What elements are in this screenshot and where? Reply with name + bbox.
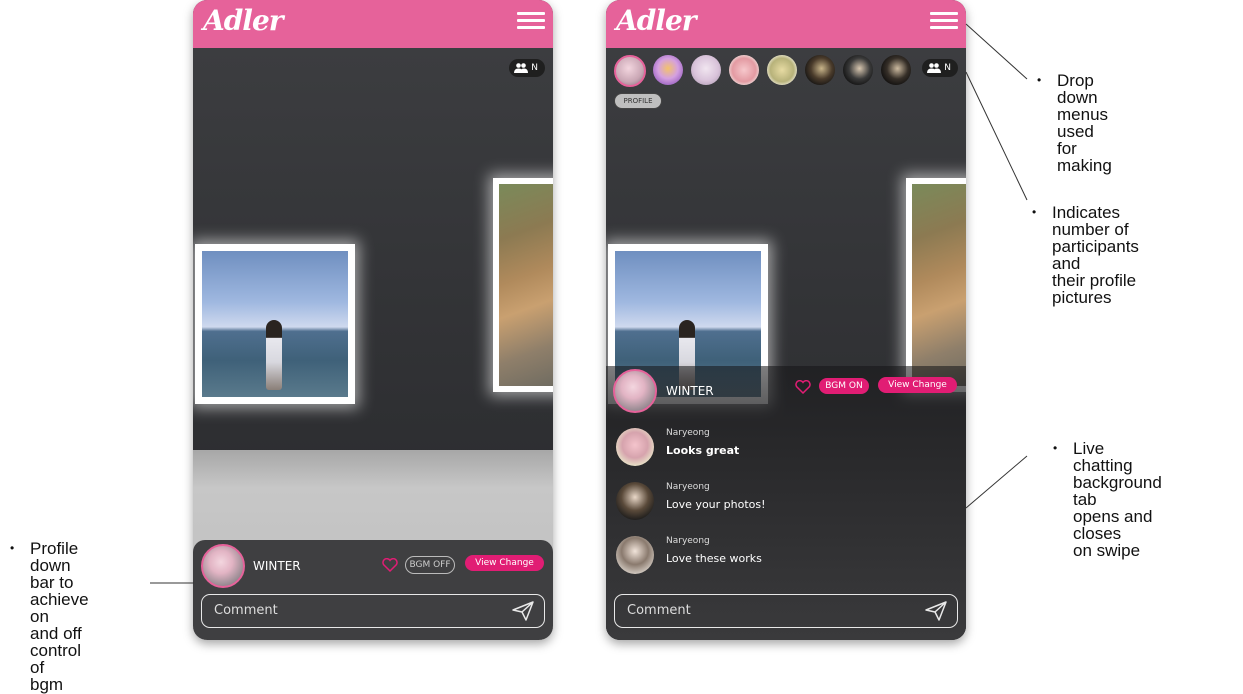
annotation-text: Indicates number of participants and the… <box>1052 203 1139 307</box>
annotation-text: Live chatting background tab opens and c… <box>1073 439 1162 560</box>
annotation-text: Drop down menus used for making <box>1057 71 1112 175</box>
annotation-text: Profile down bar to achieve on and off c… <box>30 539 89 694</box>
